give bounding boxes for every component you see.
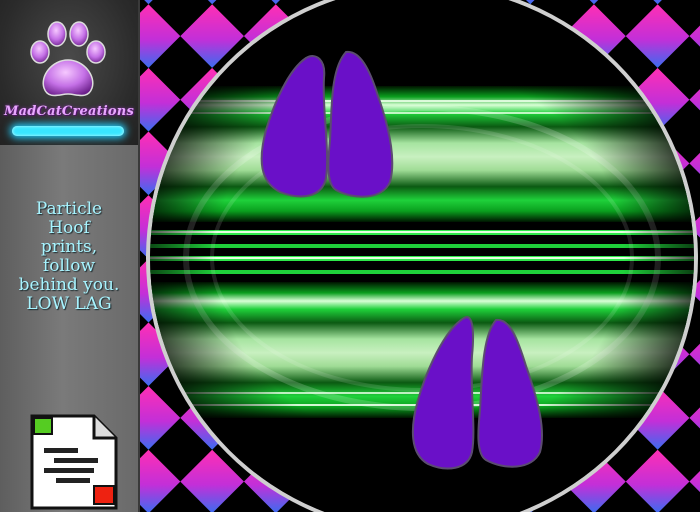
description-line: Particle [35,199,103,219]
description-line: LOW LAG [26,294,112,314]
display-art [140,0,700,512]
product-description: Particle Hoof prints, follow behind you.… [4,200,134,314]
description-line: prints, [40,237,98,257]
product-display [140,0,700,512]
product-ad: MadCatCreations Particle Hoof prints, fo… [0,0,700,512]
description-line: follow [42,256,96,276]
sidebar: MadCatCreations Particle Hoof prints, fo… [0,0,140,512]
paw-print-icon [30,21,106,97]
notecard-icon [30,414,118,510]
brand-logo: MadCatCreations [0,0,138,145]
description-line: behind you. [18,275,120,295]
brand-glow-bar [12,126,124,136]
brand-name: MadCatCreations [4,104,134,119]
description-line: Hoof [48,218,90,238]
